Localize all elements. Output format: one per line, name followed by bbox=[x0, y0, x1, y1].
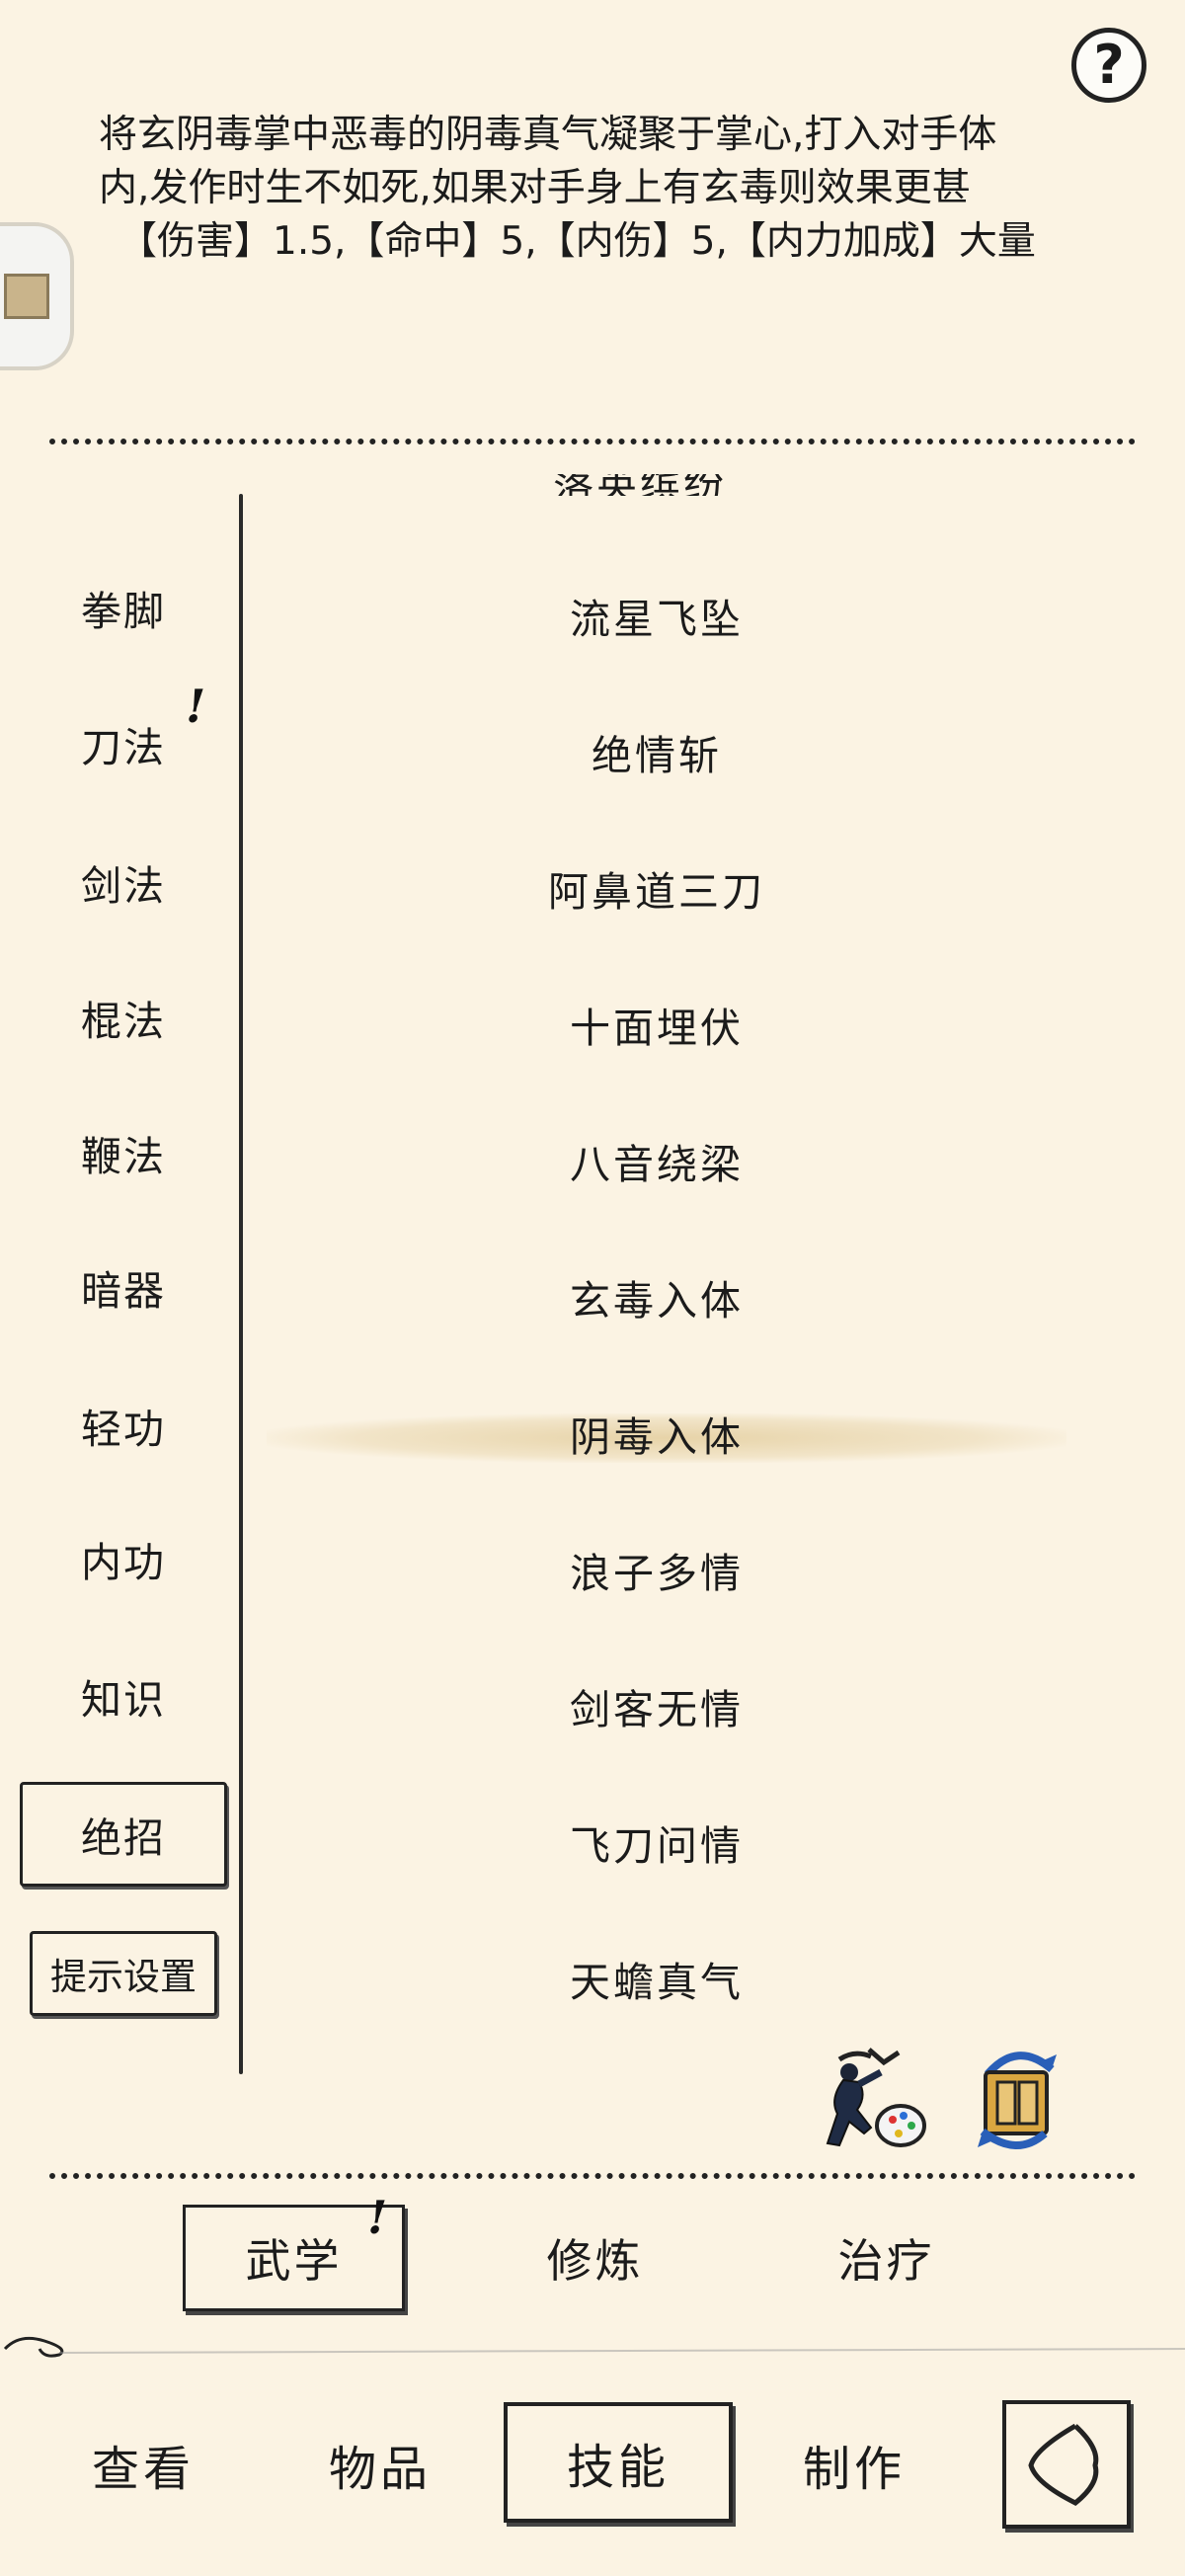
category-label: 内功 bbox=[81, 1539, 166, 1586]
help-icon: ? bbox=[1093, 34, 1125, 96]
category-qinggong[interactable]: 轻功 bbox=[40, 1381, 207, 1470]
nav-craft[interactable]: 制作 bbox=[770, 2404, 938, 2525]
back-button[interactable] bbox=[1002, 2400, 1131, 2529]
skill-label: 八音绕梁 bbox=[570, 1141, 744, 1188]
category-bianfa[interactable]: 鞭法 bbox=[40, 1108, 207, 1197]
category-juezhao[interactable]: 绝招 bbox=[20, 1782, 227, 1887]
category-label: 棍法 bbox=[81, 998, 166, 1045]
nav-items[interactable]: 物品 bbox=[296, 2404, 464, 2525]
skill-item[interactable]: 绝情斩 bbox=[267, 702, 1047, 801]
subtab-label: 治疗 bbox=[837, 2234, 935, 2288]
floating-side-icon[interactable] bbox=[0, 222, 74, 370]
new-badge-icon: ! bbox=[186, 680, 206, 733]
nav-skills[interactable]: 技能 bbox=[504, 2402, 733, 2523]
description-line-2: 内,发作时生不如死,如果对手身上有玄毒则效果更甚 bbox=[99, 166, 971, 210]
subtab-label: 武学 bbox=[245, 2234, 343, 2288]
skill-item[interactable]: 阿鼻道三刀 bbox=[267, 839, 1047, 937]
skill-item[interactable]: 浪子多情 bbox=[267, 1520, 1047, 1619]
category-label: 绝招 bbox=[81, 1814, 166, 1862]
description-stats: 【伤害】1.5,【命中】5,【内伤】5,【内力加成】大量 bbox=[118, 219, 1036, 264]
skill-label: 绝情斩 bbox=[592, 732, 722, 779]
skill-item[interactable]: 八音绕梁 bbox=[267, 1111, 1047, 1210]
martial-artist-palette-icon[interactable] bbox=[810, 2045, 926, 2153]
category-label: 剑法 bbox=[81, 862, 166, 910]
skill-item[interactable]: 飞刀问情 bbox=[267, 1793, 1047, 1892]
category-label: 刀法 bbox=[81, 724, 166, 771]
cube-icon bbox=[4, 274, 49, 319]
help-button[interactable]: ? bbox=[1071, 28, 1146, 103]
category-label: 拳脚 bbox=[81, 588, 166, 635]
skill-label: 流星飞坠 bbox=[570, 596, 744, 643]
category-neigong[interactable]: 内功 bbox=[40, 1514, 207, 1603]
hint-settings-button[interactable]: 提示设置 bbox=[30, 1931, 217, 2016]
book-swap-icon[interactable] bbox=[958, 2045, 1057, 2153]
skill-label: 剑客无情 bbox=[570, 1686, 744, 1733]
subtab-xiulian[interactable]: 修炼 bbox=[484, 2205, 706, 2311]
decorative-swirl-divider bbox=[3, 2336, 1185, 2358]
skill-label: 浪子多情 bbox=[570, 1550, 744, 1597]
category-quanjiao[interactable]: 拳脚 bbox=[40, 563, 207, 652]
skill-item-selected[interactable]: 阴毒入体 bbox=[267, 1384, 1066, 1483]
skill-label: 阴毒入体 bbox=[570, 1413, 744, 1461]
nav-view[interactable]: 查看 bbox=[59, 2404, 227, 2525]
skill-label: 阿鼻道三刀 bbox=[548, 868, 765, 916]
category-label: 轻功 bbox=[81, 1406, 166, 1453]
skill-item[interactable]: 流星飞坠 bbox=[267, 566, 1047, 665]
category-label: 知识 bbox=[81, 1676, 166, 1724]
skill-label: 天蟾真气 bbox=[570, 1959, 744, 2006]
category-jianfa[interactable]: 剑法 bbox=[40, 838, 207, 926]
category-anqi[interactable]: 暗器 bbox=[40, 1243, 207, 1331]
nav-label: 物品 bbox=[328, 2442, 432, 2497]
nav-label: 技能 bbox=[566, 2440, 670, 2495]
skill-item-partial: 落英缤纷 bbox=[553, 474, 741, 496]
top-divider bbox=[49, 439, 1136, 444]
category-label: 暗器 bbox=[81, 1267, 166, 1315]
category-divider bbox=[239, 494, 243, 2074]
skill-item[interactable]: 十面埋伏 bbox=[267, 975, 1047, 1074]
subtab-label: 修炼 bbox=[546, 2234, 644, 2288]
back-arrow-icon bbox=[1028, 2423, 1099, 2506]
skill-item[interactable]: 剑客无情 bbox=[267, 1656, 1047, 1755]
skill-label: 玄毒入体 bbox=[570, 1277, 744, 1325]
category-label: 鞭法 bbox=[81, 1133, 166, 1180]
skill-label: 飞刀问情 bbox=[570, 1822, 744, 1870]
skill-item[interactable]: 玄毒入体 bbox=[267, 1248, 1047, 1346]
category-daofa[interactable]: 刀法 bbox=[40, 699, 207, 788]
category-zhishi[interactable]: 知识 bbox=[40, 1651, 207, 1740]
description-line-1: 将玄阴毒掌中恶毒的阴毒真气凝聚于掌心,打入对手体 bbox=[99, 113, 997, 157]
subtab-zhiliao[interactable]: 治疗 bbox=[775, 2205, 997, 2311]
skill-label: 十面埋伏 bbox=[570, 1005, 744, 1052]
category-gunfa[interactable]: 棍法 bbox=[40, 973, 207, 1062]
skill-item[interactable]: 天蟾真气 bbox=[267, 1929, 1047, 2028]
hint-settings-label: 提示设置 bbox=[50, 1956, 197, 1998]
new-badge-icon: ! bbox=[367, 2191, 388, 2244]
nav-label: 制作 bbox=[802, 2442, 906, 2497]
nav-label: 查看 bbox=[91, 2442, 195, 2497]
skill-description: 将玄阴毒掌中恶毒的阴毒真气凝聚于掌心,打入对手体 内,发作时生不如死,如果对手身… bbox=[99, 109, 1076, 269]
bottom-divider bbox=[49, 2173, 1136, 2179]
